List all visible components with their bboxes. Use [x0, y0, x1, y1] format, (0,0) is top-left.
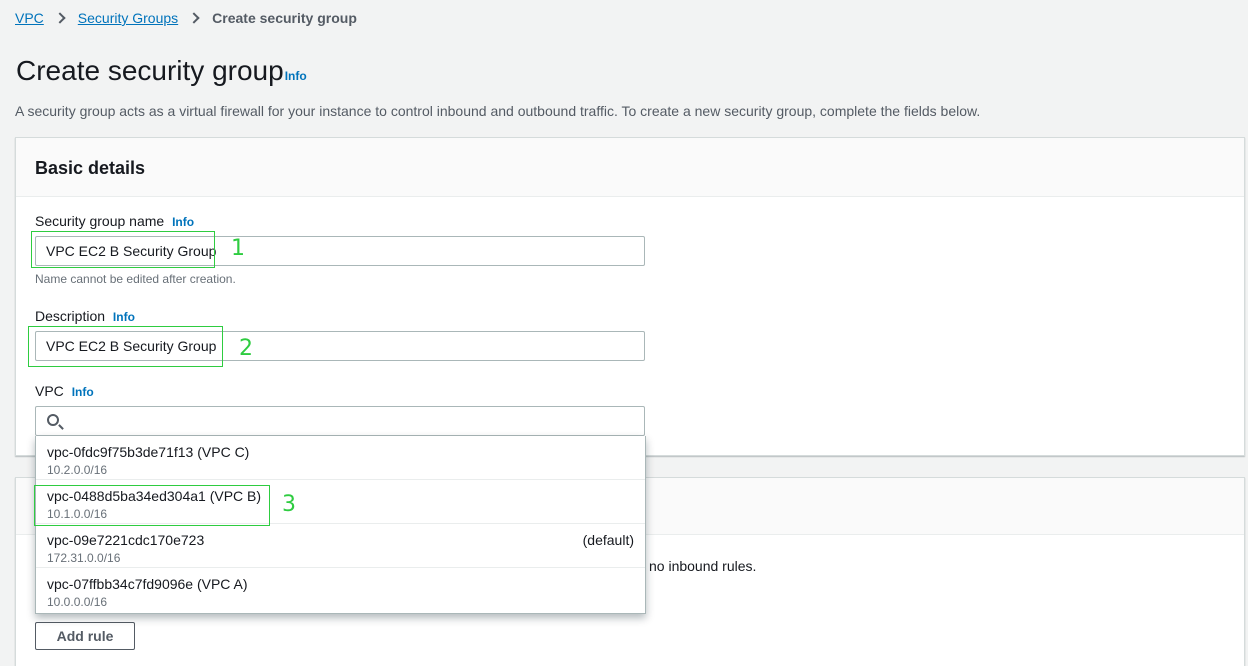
vpc-option[interactable]: vpc-0fdc9f75b3de71f13 (VPC C) 10.2.0.0/1…	[36, 436, 645, 480]
annotation-box-3	[34, 485, 270, 526]
description-info-link[interactable]: Info	[113, 310, 135, 324]
vpc-option-cidr: 10.0.0.0/16	[47, 595, 108, 609]
vpc-info-link[interactable]: Info	[72, 385, 94, 399]
breadcrumb-security-groups-link[interactable]: Security Groups	[78, 10, 178, 26]
page-description: A security group acts as a virtual firew…	[15, 103, 981, 119]
annotation-box-1	[31, 231, 215, 268]
vpc-option-cidr: 172.31.0.0/16	[47, 551, 121, 565]
vpc-option[interactable]: vpc-09e7221cdc170e723 172.31.0.0/16 (def…	[36, 524, 645, 568]
vpc-search-input[interactable]	[35, 406, 645, 436]
vpc-option[interactable]: vpc-07ffbb34c7fd9096e (VPC A) 10.0.0.0/1…	[36, 568, 645, 612]
page-title-info-link[interactable]: Info	[285, 69, 307, 83]
page-title-text: Create security group	[16, 55, 284, 86]
security-group-name-info-link[interactable]: Info	[172, 215, 194, 229]
add-rule-button[interactable]: Add rule	[35, 622, 135, 650]
security-group-name-hint: Name cannot be edited after creation.	[35, 272, 236, 286]
vpc-option-label: vpc-07ffbb34c7fd9096e (VPC A)	[47, 576, 248, 592]
description-label-text: Description	[35, 308, 106, 324]
vpc-option-label: vpc-09e7221cdc170e723	[47, 532, 205, 548]
chevron-right-icon	[54, 12, 66, 24]
annotation-box-2	[28, 326, 223, 367]
description-label: Description Info	[35, 308, 135, 324]
breadcrumb-current: Create security group	[212, 10, 357, 26]
vpc-label: VPC Info	[35, 383, 94, 399]
breadcrumb: VPC Security Groups Create security grou…	[15, 10, 357, 26]
chevron-right-icon	[188, 12, 200, 24]
security-group-name-label: Security group name Info	[35, 213, 194, 229]
breadcrumb-vpc-link[interactable]: VPC	[15, 10, 44, 26]
vpc-option-default-tag: (default)	[582, 532, 634, 548]
annotation-number-2: 2	[239, 336, 253, 361]
vpc-label-text: VPC	[35, 383, 64, 399]
page-title: Create security group Info	[16, 55, 307, 87]
search-icon	[47, 414, 59, 426]
vpc-option-cidr: 10.2.0.0/16	[47, 463, 108, 477]
annotation-number-3: 3	[282, 492, 296, 517]
inbound-rules-empty-text: no inbound rules.	[649, 558, 757, 574]
annotation-number-1: 1	[231, 236, 245, 261]
security-group-name-label-text: Security group name	[35, 213, 165, 229]
basic-details-heading: Basic details	[16, 138, 1244, 197]
vpc-option-label: vpc-0fdc9f75b3de71f13 (VPC C)	[47, 444, 250, 460]
